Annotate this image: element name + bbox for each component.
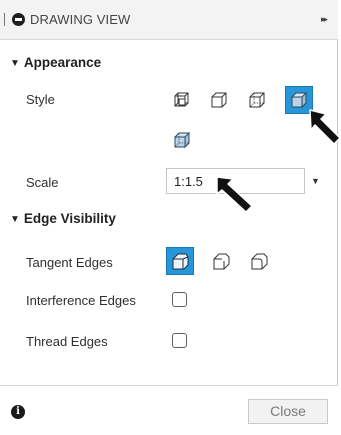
panel-footer: i Close <box>0 385 338 435</box>
shaded-icon[interactable] <box>245 88 269 112</box>
drag-grip-icon[interactable] <box>4 13 6 26</box>
shortened-tangent-icon[interactable] <box>209 249 233 273</box>
scale-dropdown-arrow-icon[interactable]: ▼ <box>311 176 320 186</box>
thread-edges-label: Thread Edges <box>26 334 108 349</box>
visible-and-hidden-edges-icon[interactable] <box>207 88 231 112</box>
visible-edges-icon[interactable] <box>170 88 194 112</box>
interference-edges-label: Interference Edges <box>26 293 136 308</box>
annotation-arrow-icon <box>309 109 341 145</box>
annotation-arrow-icon <box>216 176 253 213</box>
info-icon[interactable]: i <box>11 405 25 419</box>
minus-circle-icon[interactable] <box>12 13 25 26</box>
style-label: Style <box>26 92 55 107</box>
tangent-edges-label: Tangent Edges <box>26 255 113 270</box>
appearance-section-header[interactable]: ▼ Appearance <box>10 55 101 70</box>
collapse-triangle-icon: ▼ <box>10 58 20 69</box>
shaded-with-hidden-edges-icon[interactable] <box>170 128 194 152</box>
scale-label: Scale <box>26 175 59 190</box>
appearance-heading: Appearance <box>23 55 102 70</box>
panel-title: DRAWING VIEW <box>30 12 131 27</box>
drawing-view-panel: DRAWING VIEW ▸▸ ▼ Appearance Style Scale… <box>0 0 338 435</box>
collapse-triangle-icon: ▼ <box>10 214 20 225</box>
interference-edges-checkbox[interactable] <box>172 292 187 307</box>
close-button[interactable]: Close <box>248 399 328 424</box>
edge-visibility-heading: Edge Visibility <box>23 211 116 226</box>
edge-visibility-section-header[interactable]: ▼ Edge Visibility <box>10 211 116 226</box>
thread-edges-checkbox[interactable] <box>172 333 187 348</box>
panel-title-bar[interactable]: DRAWING VIEW ▸▸ <box>0 0 338 40</box>
expand-panel-icon[interactable]: ▸▸ <box>321 14 328 25</box>
no-tangent-icon[interactable] <box>247 249 271 273</box>
full-length-tangent-icon[interactable] <box>166 247 194 275</box>
